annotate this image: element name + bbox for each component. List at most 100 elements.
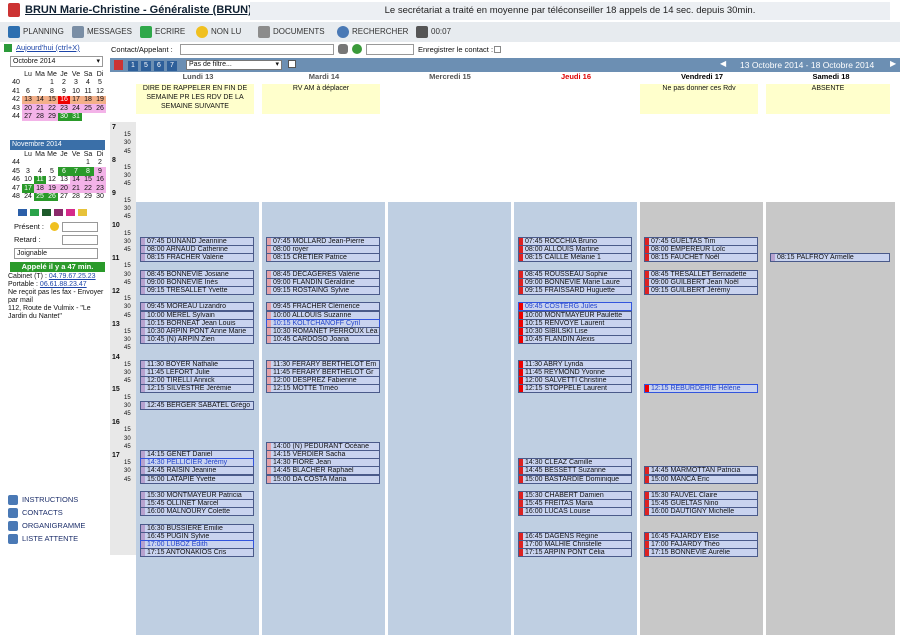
appointment-slot[interactable]: 08:15 CAILLE Mélanie 1	[518, 253, 632, 263]
calendar-day[interactable]: 11	[34, 175, 46, 184]
appointment-slot[interactable]: 08:15 FAUCHET Noël	[644, 253, 758, 263]
month-select[interactable]: Octobre 2014 ▾	[10, 56, 103, 67]
calendar-day[interactable]: 5	[94, 79, 106, 88]
sidebar-link[interactable]: ORGANIGRAMME	[8, 520, 106, 533]
day-column[interactable]	[514, 202, 638, 635]
non-lu-button[interactable]: NON LU	[196, 25, 241, 39]
nav-arrow-icon[interactable]: ◀	[720, 59, 726, 68]
appointment-slot[interactable]: 16:00 LUCAS Louise	[518, 507, 632, 517]
documents-button[interactable]: DOCUMENTS	[258, 25, 325, 39]
day-column[interactable]	[262, 202, 386, 635]
calendar-small-icon[interactable]	[114, 60, 123, 70]
calendar-day[interactable]: 29	[82, 193, 94, 202]
status-select[interactable]: Joignable	[14, 248, 98, 259]
appointment-slot[interactable]: 09:15 FRAISSARD Huguette	[518, 286, 632, 295]
calendar-day[interactable]: 8	[82, 167, 94, 176]
calendar-day[interactable]: 28	[70, 193, 82, 202]
calendar-day[interactable]: 14	[34, 95, 46, 104]
calendar-day[interactable]: 13	[22, 95, 34, 104]
calendar-day[interactable]: 25	[82, 104, 94, 113]
register-checkbox[interactable]	[494, 46, 501, 53]
calendar-day[interactable]: 10	[22, 176, 34, 185]
view-button-7[interactable]: 7	[167, 61, 177, 71]
view-button-1[interactable]: 1	[128, 61, 138, 71]
calendar-day[interactable]: 20	[58, 184, 70, 193]
calendar-day[interactable]: 1	[82, 159, 94, 168]
calendar-day[interactable]: 27	[22, 112, 34, 121]
calendar-day[interactable]: 2	[58, 79, 70, 88]
calendar-day[interactable]: 22	[46, 104, 58, 113]
appointment-slot[interactable]: 08:15 CRETIER Patrice	[266, 253, 380, 263]
appointment-slot[interactable]: 09:15 ROSTAING Sylvie	[266, 286, 380, 295]
calendar-day[interactable]: 13	[58, 176, 70, 185]
calendar-day[interactable]: 2	[94, 159, 106, 168]
nav-arrow-icon[interactable]: ▶	[890, 59, 896, 68]
doctor-title[interactable]: BRUN Marie-Christine - Généraliste (BRUN…	[25, 4, 252, 16]
view-button-6[interactable]: 6	[154, 61, 164, 71]
portable-phone[interactable]: 06.61.88.23.47	[40, 281, 87, 288]
calendar-day[interactable]: 6	[58, 167, 70, 176]
calendar-day[interactable]: 27	[58, 193, 70, 202]
refresh-icon[interactable]	[352, 44, 362, 54]
calendar-day[interactable]: 23	[94, 184, 106, 193]
calendar-day[interactable]: 28	[34, 112, 46, 121]
day-column[interactable]	[136, 202, 260, 635]
plus-icon[interactable]	[4, 44, 12, 52]
calendar-day[interactable]: 17	[22, 184, 34, 193]
calendar-day[interactable]: 24	[70, 104, 82, 113]
swatch-green[interactable]	[30, 209, 39, 216]
ecrire-button[interactable]: ECRIRE	[140, 25, 185, 39]
retard-select[interactable]	[62, 235, 98, 245]
calendar-day[interactable]: 19	[46, 184, 58, 193]
binoculars-icon[interactable]	[338, 44, 348, 54]
day-column[interactable]	[388, 202, 512, 635]
day-column[interactable]	[640, 202, 764, 635]
appointment-slot[interactable]: 12:15 MOTTE Timéo	[266, 384, 380, 394]
appointment-slot[interactable]: 17:15 ARPIN PONT Célia	[518, 548, 632, 558]
calendar-day[interactable]: 21	[70, 184, 82, 193]
day-header[interactable]: Mercredi 15	[388, 72, 512, 81]
calendar-day[interactable]: 19	[94, 95, 106, 104]
appointment-slot[interactable]: 16:00 DAUTIGNY Michelle	[644, 507, 758, 517]
calendar-day[interactable]: 31	[70, 112, 82, 121]
appointment-slot[interactable]: 10:45 (N) ARPIN Zien	[140, 335, 254, 345]
color-palette[interactable]	[18, 209, 98, 216]
calendar-day[interactable]: 9	[94, 167, 106, 176]
calendar-day[interactable]: 10	[70, 87, 82, 96]
calendar-day[interactable]: 18	[82, 95, 94, 104]
today-link[interactable]: Aujourd'hui (ctrl+X)	[16, 43, 80, 52]
contact-input[interactable]	[180, 44, 334, 55]
appointment-slot[interactable]: 17:15 ANTONAKIOS Cris	[140, 548, 254, 558]
swatch-yellow[interactable]	[78, 209, 87, 216]
appointment-slot[interactable]: 17:15 BONNEVIE Aurélie	[644, 548, 758, 558]
calendar-day[interactable]: 29	[46, 112, 58, 121]
calendar-day[interactable]: 3	[22, 167, 34, 176]
appointment-slot[interactable]: 09:15 TRESALLET Yvette	[140, 286, 254, 295]
appointment-slot[interactable]: 12:15 SILVESTRE Jérémie	[140, 384, 254, 394]
appointment-slot[interactable]: 15:00 MANCA Eric	[644, 474, 758, 484]
appointment-slot[interactable]: 09:15 GUILBERT Jérémy	[644, 286, 758, 295]
calendar-day[interactable]: 5	[46, 167, 58, 176]
appointment-slot[interactable]: 15:00 LATAPIE Yvette	[140, 474, 254, 484]
sidebar-link[interactable]: INSTRUCTIONS	[8, 494, 106, 507]
swatch-pink[interactable]	[66, 209, 75, 216]
messages-button[interactable]: MESSAGES	[72, 25, 132, 39]
calendar-day[interactable]: 12	[94, 87, 106, 96]
phone-input[interactable]	[366, 44, 414, 55]
day-header[interactable]: Samedi 18	[766, 72, 896, 81]
appointment-slot[interactable]: 12:45 BERGER SABATEL Grégo	[140, 400, 254, 410]
calendar-day[interactable]: 30	[58, 112, 70, 121]
appointment-slot[interactable]: 10:45 FLANDIN Alexis	[518, 335, 632, 345]
view-button-5[interactable]: 5	[141, 61, 151, 71]
calendar-day[interactable]: 25	[34, 192, 46, 201]
filter-select[interactable]: Pas de filtre... ▾	[186, 60, 282, 70]
calendar-day[interactable]: 21	[34, 104, 46, 113]
day-header[interactable]: Mardi 14	[262, 72, 386, 81]
present-select[interactable]	[62, 222, 98, 232]
sidebar-link[interactable]: CONTACTS	[8, 507, 106, 520]
appointment-slot[interactable]: 12:15 REBURDERIE Hélène	[644, 384, 758, 394]
appointment-slot[interactable]: 16:00 MALNOURY Colette	[140, 507, 254, 517]
calendar-day[interactable]: 30	[94, 193, 106, 202]
calendar-day[interactable]: 1	[46, 79, 58, 88]
calendar-day[interactable]: 26	[46, 192, 58, 201]
